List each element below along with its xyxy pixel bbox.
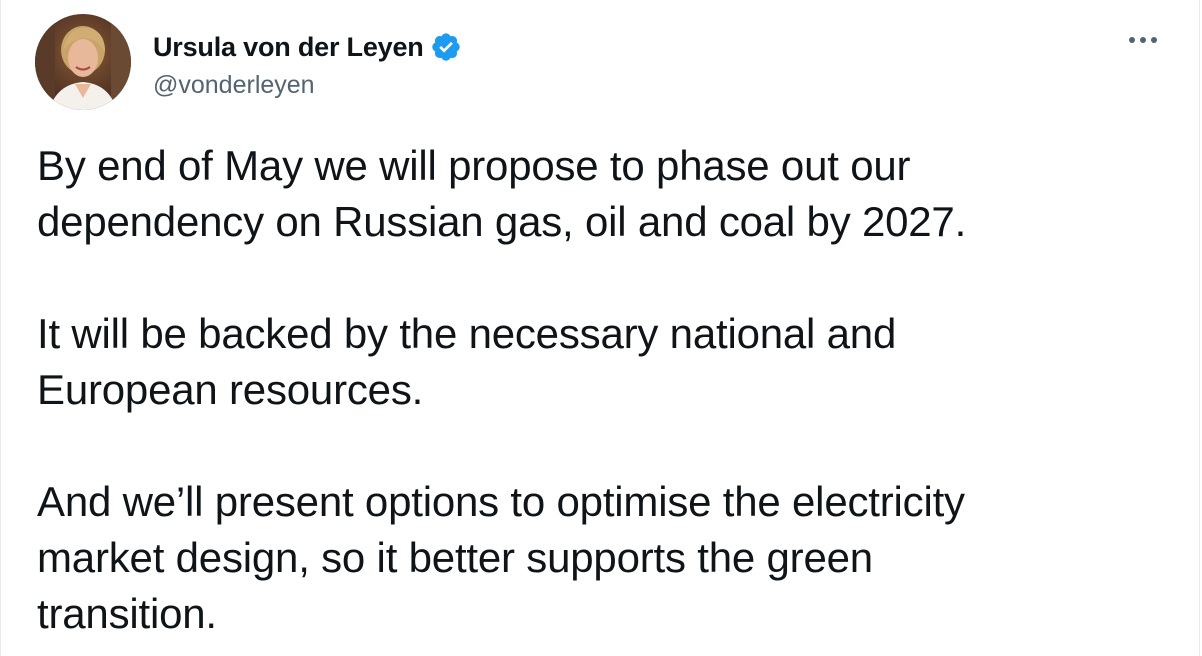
verified-badge-icon bbox=[430, 31, 462, 63]
tweet-header: Ursula von der Leyen @vonderleyen bbox=[35, 14, 462, 110]
tweet-paragraph: By end of May we will propose to phase o… bbox=[37, 142, 967, 245]
tweet-paragraph: And we’ll present options to optimise th… bbox=[37, 478, 965, 637]
author-handle[interactable]: @vonderleyen bbox=[153, 68, 462, 102]
avatar[interactable] bbox=[35, 14, 131, 110]
tweet-text: By end of May we will propose to phase o… bbox=[37, 138, 1157, 642]
more-options-button[interactable] bbox=[1125, 26, 1161, 54]
tweet-card: Ursula von der Leyen @vonderleyen By end… bbox=[0, 0, 1200, 656]
user-info: Ursula von der Leyen @vonderleyen bbox=[153, 30, 462, 102]
tweet-paragraph: It will be backed by the necessary natio… bbox=[37, 310, 897, 413]
author-name[interactable]: Ursula von der Leyen bbox=[153, 30, 424, 64]
avatar-image bbox=[35, 14, 131, 110]
more-horizontal-icon bbox=[1129, 37, 1157, 43]
name-row: Ursula von der Leyen bbox=[153, 30, 462, 64]
